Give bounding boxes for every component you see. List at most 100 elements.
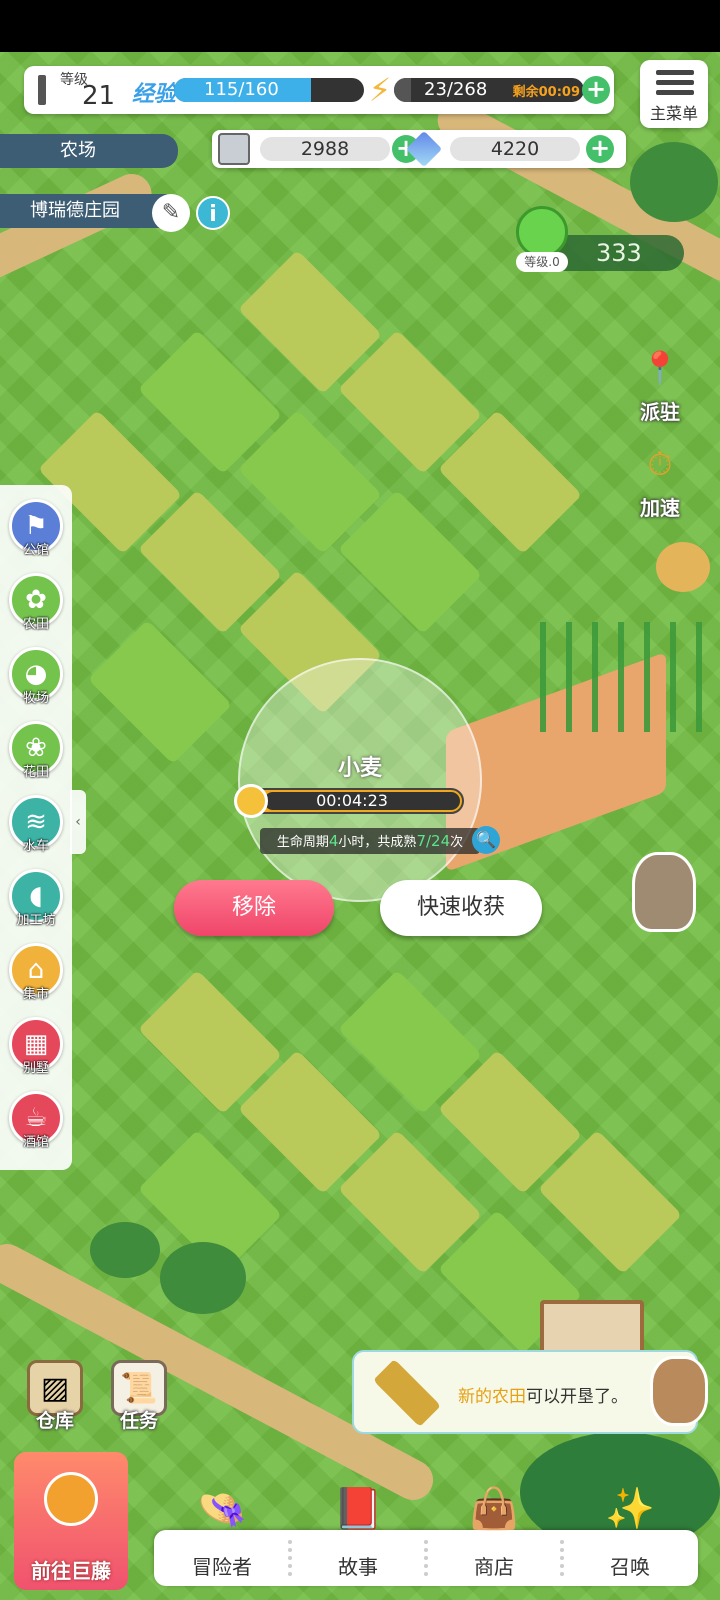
exp-label: 经验 xyxy=(132,82,177,107)
menu-item-label: 公馆 xyxy=(22,543,49,558)
info-suffix: 次 xyxy=(450,835,464,850)
speedup-button[interactable]: ⏱ 加速 xyxy=(620,436,700,521)
menu-item-label: 农田 xyxy=(22,617,49,632)
coin-register-icon xyxy=(218,133,250,165)
info-hours: 4 xyxy=(328,832,339,850)
coin-amount: 2988 xyxy=(260,137,390,161)
energy-timer: 剩余00:09 xyxy=(512,85,580,100)
nav-adventurer-label: 冒险者 xyxy=(192,1555,252,1579)
nav-summon[interactable]: ✨ 召唤 xyxy=(562,1486,698,1586)
tasks-label: 任务 xyxy=(119,1410,158,1432)
deploy-label: 派驻 xyxy=(640,400,680,424)
farm-signpost[interactable] xyxy=(540,1300,644,1356)
crop-timer-text: 00:04:23 xyxy=(316,791,388,810)
notice-body: 可以开垦了。 xyxy=(526,1387,628,1407)
pumpkin-icon[interactable] xyxy=(656,542,710,592)
status-bar xyxy=(0,0,720,52)
top-status-bar: 等级 21 经验 115/160 ⚡ 23/268 剩余00:09 + xyxy=(24,66,614,114)
remove-button[interactable]: 移除 xyxy=(174,880,334,936)
bush xyxy=(90,1222,160,1278)
crop-lifecycle-info: 生命周期4小时，共成熟7/24次 xyxy=(260,828,480,854)
menu-item-tavern[interactable]: ☕ 酒馆 xyxy=(8,1091,64,1150)
deploy-button[interactable]: 📍 派驻 xyxy=(620,340,700,425)
new-farmland-notice[interactable]: 新的农田可以开垦了。 xyxy=(352,1350,708,1434)
menu-item-label: 花田 xyxy=(22,765,49,780)
warehouse-button[interactable]: ▨ 仓库 xyxy=(20,1360,90,1433)
bottom-nav: 👒 冒险者 📕 故事 👜 商店 ✨ 召唤 xyxy=(154,1486,698,1586)
nav-story[interactable]: 📕 故事 xyxy=(290,1486,426,1586)
summon-icon: ✨ xyxy=(605,1485,655,1532)
map-pin-icon: 📍 xyxy=(640,349,680,387)
quick-harvest-button[interactable]: 快速收获 xyxy=(380,880,542,936)
menu-item-label: 水车 xyxy=(22,839,49,854)
corn-field[interactable] xyxy=(540,622,720,732)
menu-item-label: 酒馆 xyxy=(22,1135,49,1150)
add-gems-button[interactable]: + xyxy=(586,135,614,163)
info-middle: 小时，共成熟 xyxy=(338,835,417,850)
menu-item-flower-field[interactable]: ❀ 花田 xyxy=(8,721,64,780)
info-prefix: 生命周期 xyxy=(276,835,329,850)
nav-shop[interactable]: 👜 商店 xyxy=(426,1486,562,1586)
speedup-label: 加速 xyxy=(640,496,680,520)
book-icon: 📕 xyxy=(333,1485,383,1532)
clock-icon xyxy=(234,784,268,818)
main-menu-label: 主菜单 xyxy=(649,104,698,123)
building-menu: ⚑ 公馆 ✿ 农田 ◕ 牧场 ❀ 花田 ≋ 水车 ◖ 加工坊 ⌂ 集市 ▦ 别墅… xyxy=(0,485,72,1170)
go-giant-vine-label: 前往巨藤 xyxy=(31,1559,111,1583)
stopwatch-icon: ⏱ xyxy=(647,444,673,483)
info-count: 7/24 xyxy=(416,832,451,850)
tasks-button[interactable]: 📜 任务 xyxy=(104,1360,174,1433)
pencil-icon[interactable]: ✎ xyxy=(152,194,190,232)
menu-item-label: 别墅 xyxy=(22,1061,49,1076)
menu-item-label: 牧场 xyxy=(22,691,49,706)
level-display: 等级 21 xyxy=(32,69,132,111)
menu-item-market[interactable]: ⌂ 集市 xyxy=(8,943,64,1002)
magnifier-icon[interactable]: 🔍 xyxy=(472,826,500,854)
bush xyxy=(160,1242,246,1314)
level-value: 21 xyxy=(82,81,116,111)
go-giant-vine-button[interactable]: 前往巨藤 xyxy=(14,1452,128,1590)
menu-item-workshop[interactable]: ◖ 加工坊 xyxy=(8,869,64,928)
energy-text: 23/268 xyxy=(424,79,488,100)
notice-text: 新的农田可以开垦了。 xyxy=(458,1382,628,1407)
exp-bar: 115/160 xyxy=(174,78,364,102)
crop-popup: 小麦 00:04:23 生命周期4小时，共成熟7/24次 xyxy=(234,658,482,902)
nav-summon-label: 召唤 xyxy=(610,1555,650,1579)
energy-bar: 23/268 剩余00:09 xyxy=(394,78,584,102)
add-energy-button[interactable]: + xyxy=(582,76,610,104)
exp-text: 115/160 xyxy=(204,79,279,100)
menu-item-ranch[interactable]: ◕ 牧场 xyxy=(8,647,64,706)
info-icon[interactable]: i xyxy=(196,196,230,230)
smiley-face-icon[interactable] xyxy=(516,206,568,258)
lightning-icon: ⚡ xyxy=(368,71,392,109)
orange-fruit-icon xyxy=(44,1472,98,1526)
menu-item-mansion[interactable]: ⚑ 公馆 xyxy=(8,499,64,558)
crop-timer-bar: 00:04:23 xyxy=(234,784,464,818)
popularity-level: 等级.0 xyxy=(516,252,568,272)
menu-item-farmland[interactable]: ✿ 农田 xyxy=(8,573,64,632)
field-tile[interactable] xyxy=(87,619,233,765)
hamburger-icon xyxy=(656,70,694,100)
menu-item-label: 加工坊 xyxy=(16,913,56,928)
menu-item-watermill[interactable]: ≋ 水车 xyxy=(8,795,64,854)
villager-character[interactable] xyxy=(632,852,696,932)
level-marker xyxy=(38,75,46,105)
menu-item-villa[interactable]: ▦ 别墅 xyxy=(8,1017,64,1076)
popularity-value: 333 xyxy=(596,239,642,267)
nav-shop-label: 商店 xyxy=(474,1555,514,1579)
nav-adventurer[interactable]: 👒 冒险者 xyxy=(154,1486,290,1586)
energy-fill xyxy=(394,78,412,102)
area-name-tag[interactable]: 农场 xyxy=(0,134,178,168)
farmland-icon xyxy=(373,1359,441,1427)
crop-name: 小麦 xyxy=(337,756,382,781)
menu-item-label: 集市 xyxy=(22,987,49,1002)
gem-amount: 4220 xyxy=(450,137,580,161)
main-menu-button[interactable]: 主菜单 xyxy=(640,60,708,128)
adventurer-icon: 👒 xyxy=(197,1485,247,1532)
warehouse-label: 仓库 xyxy=(35,1410,74,1432)
currency-bar: 2988 + 4220 + xyxy=(212,130,626,168)
shop-icon: 👜 xyxy=(469,1485,519,1532)
collapse-menu-tab[interactable]: ‹ xyxy=(70,790,86,854)
bush xyxy=(630,142,718,222)
notice-highlight: 新的农田 xyxy=(458,1387,526,1407)
